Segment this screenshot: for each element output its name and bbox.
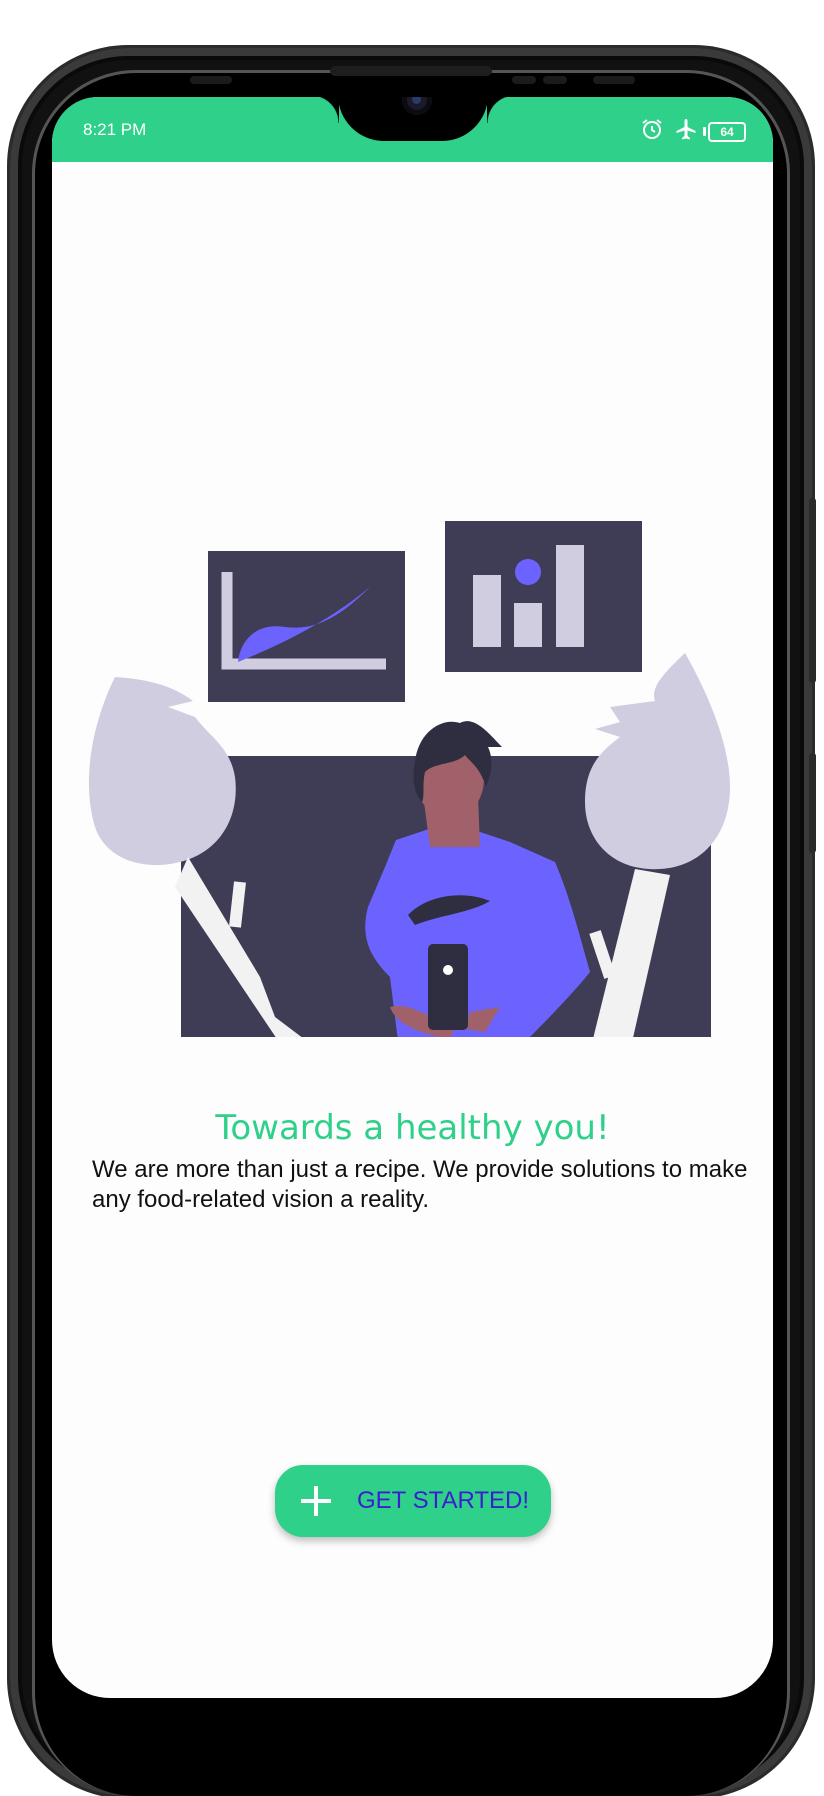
sensor	[543, 76, 567, 84]
onboarding-title: Towards a healthy you!	[215, 1108, 610, 1148]
bar-chart-bar	[514, 603, 542, 647]
line-chart-frame	[208, 551, 405, 702]
battery-level: 64	[720, 124, 734, 139]
sensor	[190, 76, 232, 84]
earpiece	[330, 66, 492, 76]
person-with-phone-charts-icon	[88, 521, 730, 1037]
volume-button	[809, 498, 816, 683]
plus-icon	[301, 1486, 331, 1516]
left-plant-leaf	[88, 677, 236, 866]
phone-device	[428, 944, 468, 1030]
sensor	[512, 76, 536, 84]
status-time: 8:21 PM	[83, 120, 147, 139]
phone-camera-dot	[443, 965, 453, 975]
get-started-button[interactable]: GET STARTED!	[275, 1465, 551, 1537]
app-screen: 8:21 PM 64 Towards a healthy you! We are…	[52, 97, 773, 1698]
airplane-icon	[674, 117, 698, 146]
right-plant-leaf	[585, 653, 730, 870]
alarm-icon	[640, 117, 664, 146]
status-icons: 64	[640, 117, 746, 146]
bar-chart-bar	[473, 575, 501, 647]
onboarding-description: We are more than just a recipe. We provi…	[92, 1156, 748, 1213]
bar-chart-dot	[515, 559, 541, 585]
power-button	[809, 753, 816, 853]
left-plant-branch	[229, 881, 246, 928]
bar-chart-bar	[556, 545, 584, 647]
get-started-label: GET STARTED!	[357, 1487, 530, 1514]
sensor	[593, 76, 635, 84]
battery-icon: 64	[703, 121, 746, 142]
